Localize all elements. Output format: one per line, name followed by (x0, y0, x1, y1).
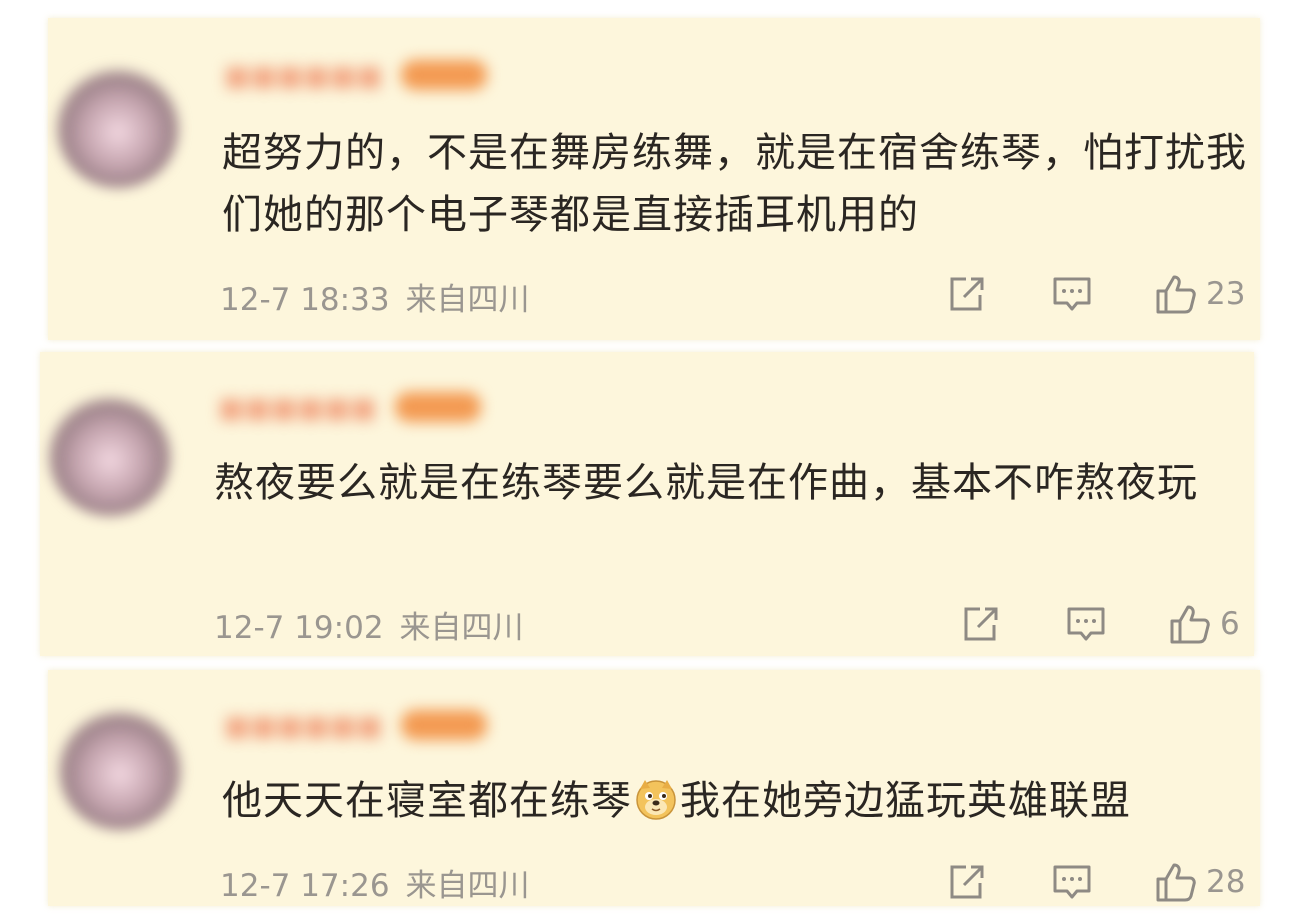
username-blurred[interactable]: ■■■■■■ (224, 58, 487, 92)
user-badge (400, 60, 487, 90)
avatar[interactable] (58, 706, 182, 830)
comment-time: 12-7 18:33 (220, 282, 390, 318)
comment-meta: 12-7 19:02 来自四川 (214, 602, 524, 647)
comment-actions: 23 (944, 272, 1245, 316)
username-blurred[interactable]: ■■■■■■ (218, 390, 481, 424)
user-badge (400, 710, 487, 740)
comment-card: ■■■■■■ 熬夜要么就是在练琴要么就是在作曲，基本不咋熬夜玩 12-7 19:… (40, 352, 1254, 656)
comment-time: 12-7 19:02 (214, 610, 384, 646)
share-icon[interactable] (944, 272, 988, 316)
comment-time: 12-7 17:26 (220, 868, 390, 904)
comment-location: 来自四川 (405, 868, 530, 904)
comment-text: 他天天在寝室都在练琴 我在她旁边猛玩英雄联盟 (222, 770, 1252, 832)
user-badge (394, 392, 481, 422)
share-icon[interactable] (958, 602, 1002, 646)
comment-icon[interactable] (1050, 272, 1094, 316)
comment-icon[interactable] (1064, 602, 1108, 646)
comment-actions: 6 (958, 602, 1240, 646)
comment-text: 超努力的，不是在舞房练舞，就是在宿舍练琴，怕打扰我们她的那个电子琴都是直接插耳机… (222, 130, 1247, 238)
comment-card: ■■■■■■ 超努力的，不是在舞房练舞，就是在宿舍练琴，怕打扰我们她的那个电子琴… (48, 18, 1260, 340)
thumbs-up-icon[interactable] (1168, 602, 1212, 646)
like-count: 28 (1206, 864, 1246, 900)
comment-meta: 12-7 17:26 来自四川 (220, 860, 530, 905)
avatar[interactable] (48, 392, 172, 516)
comment-text-part: 我在她旁边猛玩英雄联盟 (680, 778, 1131, 824)
comment-actions: 28 (944, 860, 1245, 904)
thumbs-up-icon[interactable] (1154, 272, 1198, 316)
comment-location: 来自四川 (405, 282, 530, 318)
avatar[interactable] (56, 64, 180, 188)
comment-text-part: 他天天在寝室都在练琴 (222, 778, 632, 824)
comment-icon[interactable] (1050, 860, 1094, 904)
share-icon[interactable] (944, 860, 988, 904)
comment-location: 来自四川 (399, 610, 524, 646)
like-count: 6 (1220, 606, 1240, 642)
comment-card: ■■■■■■ 他天天在寝室都在练琴 我在她旁边猛玩英雄联盟 12-7 17:26… (48, 670, 1260, 906)
thumbs-up-icon[interactable] (1154, 860, 1198, 904)
username-blurred[interactable]: ■■■■■■ (224, 708, 487, 742)
comment-meta: 12-7 18:33 来自四川 (220, 274, 530, 319)
doge-emoji-icon (636, 780, 676, 820)
like-count: 23 (1206, 276, 1246, 312)
comment-list: ■■■■■■ 超努力的，不是在舞房练舞，就是在宿舍练琴，怕打扰我们她的那个电子琴… (0, 0, 1290, 920)
comment-text: 熬夜要么就是在练琴要么就是在作曲，基本不咋熬夜玩 (214, 460, 1198, 506)
